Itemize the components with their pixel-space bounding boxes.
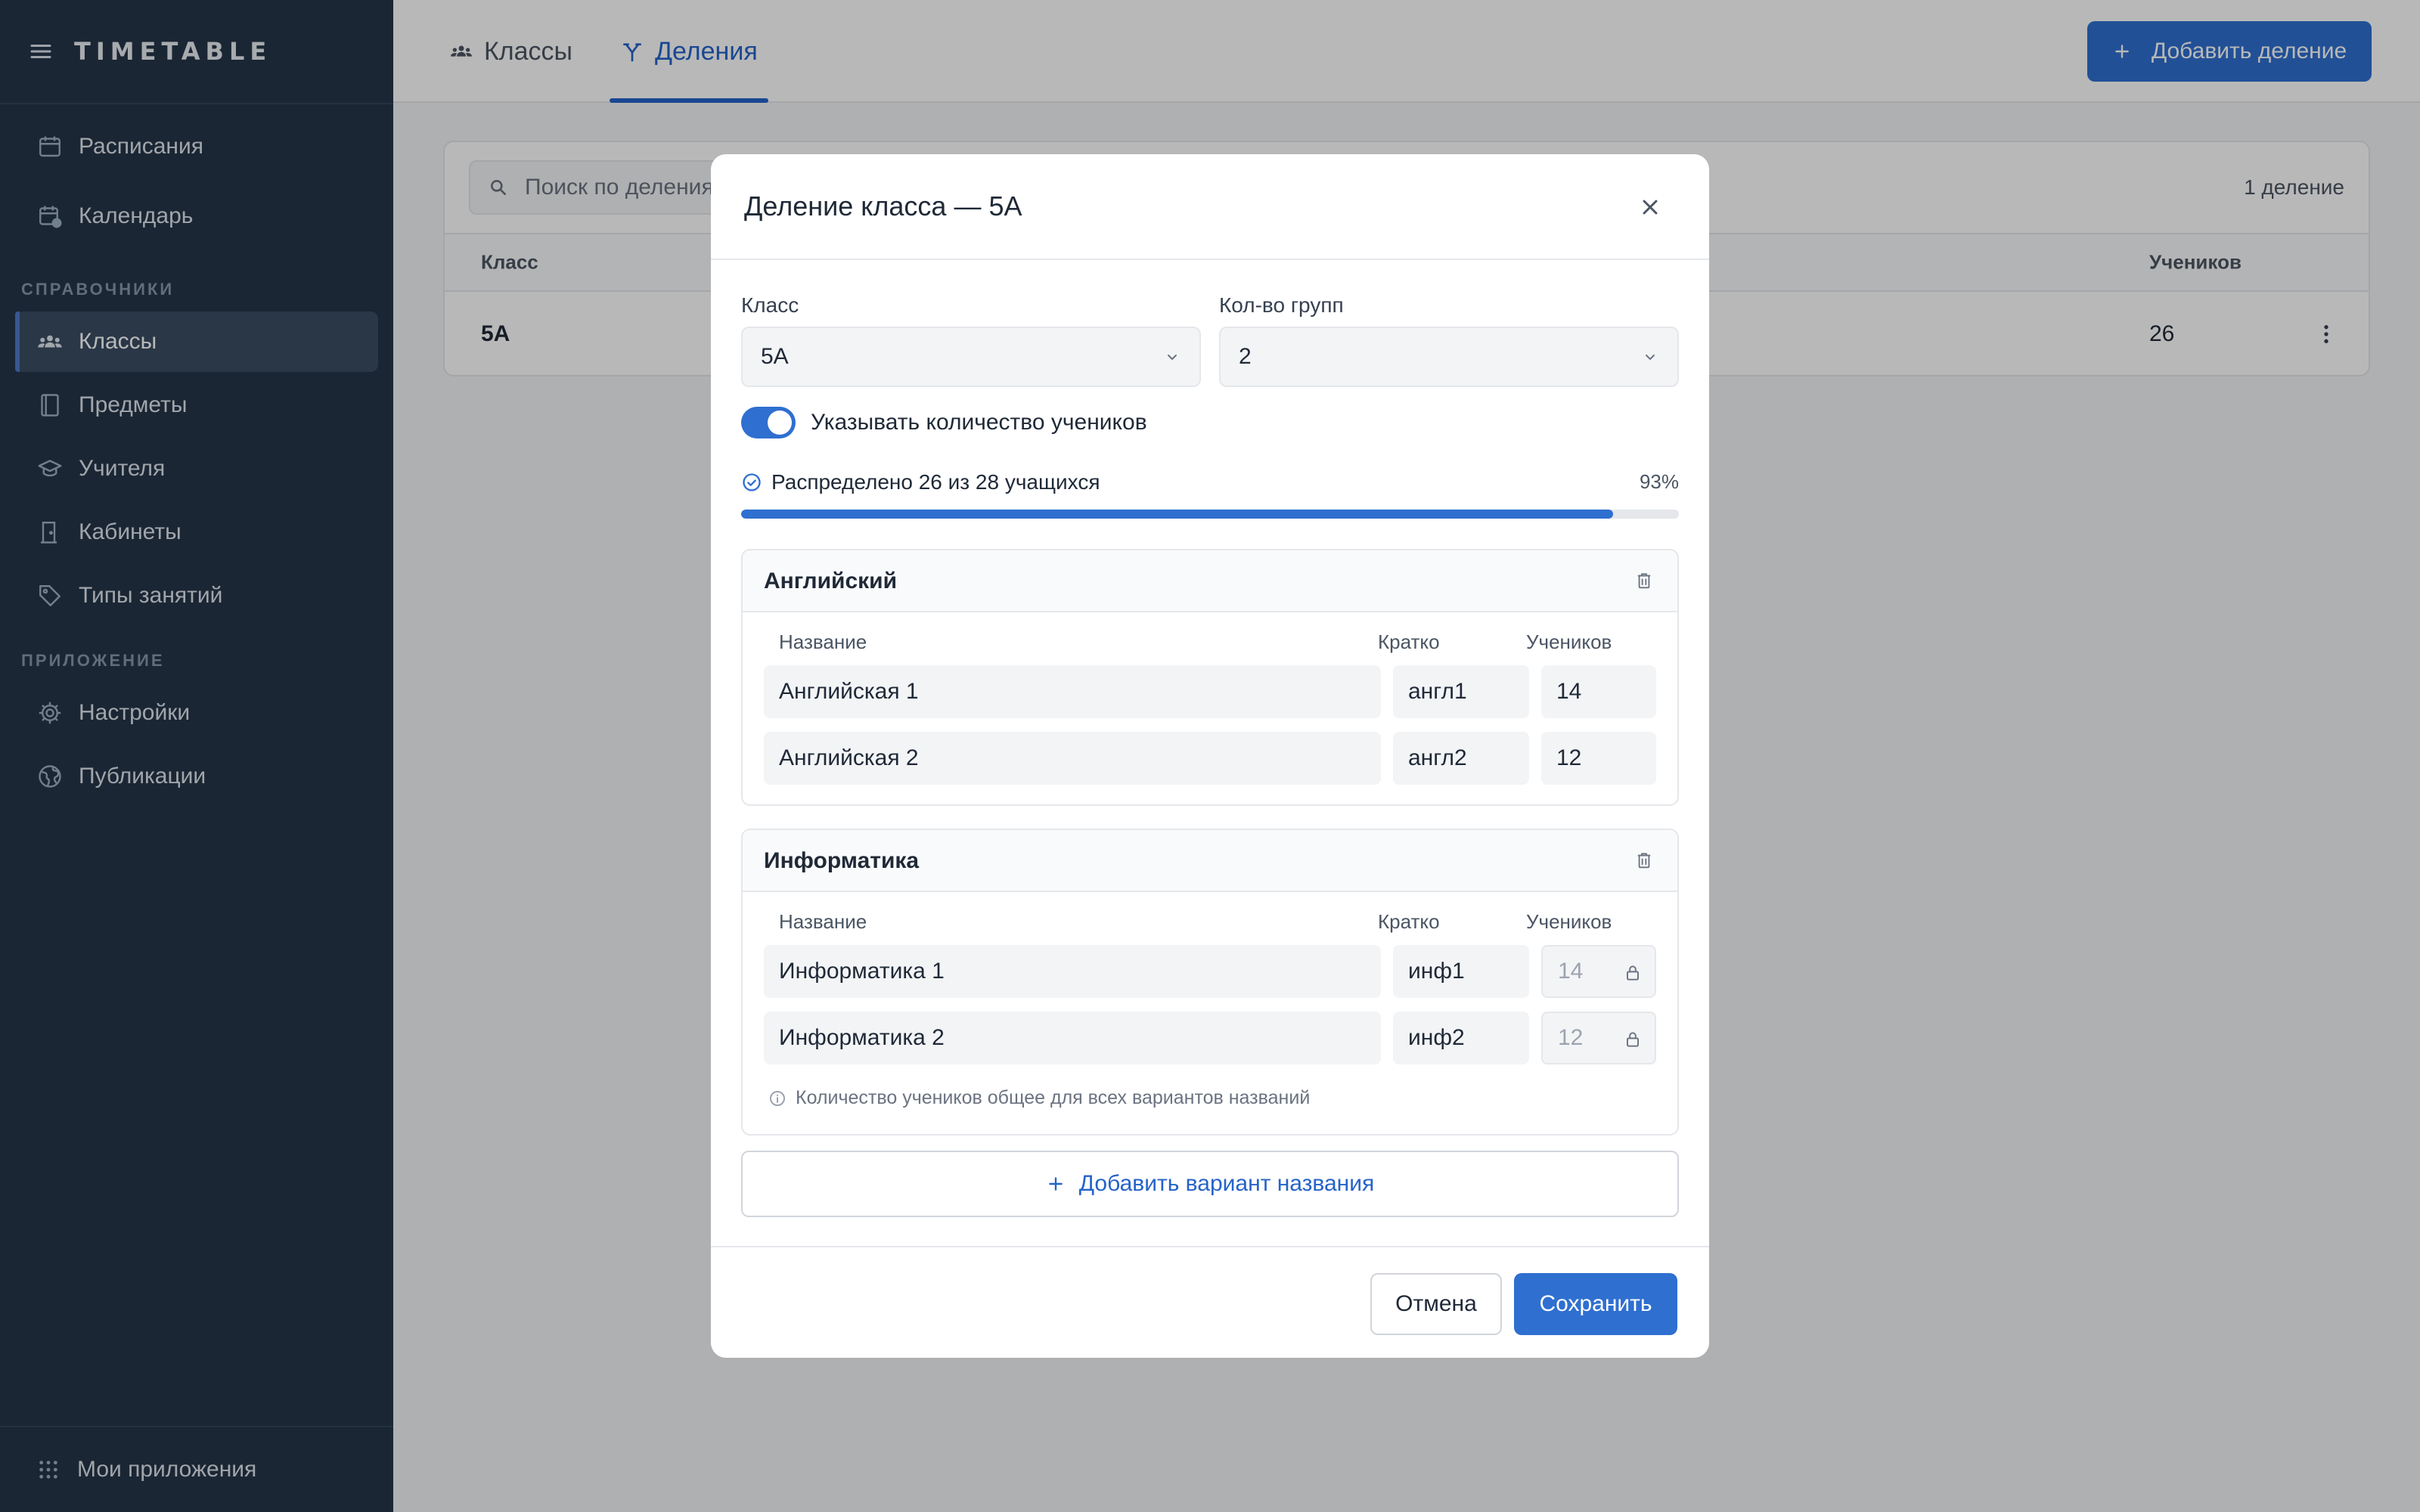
column-students: Учеников xyxy=(1526,910,1612,933)
students-count-toggle-label: Указывать количество учеников xyxy=(811,410,1147,435)
group-title: Информатика xyxy=(764,848,920,873)
cancel-button[interactable]: Отмена xyxy=(1370,1273,1502,1335)
division-modal: Деление класса — 5А Класс 5А Кол-во груп… xyxy=(711,154,1709,1358)
column-short: Кратко xyxy=(1378,910,1440,933)
variant-students-input-locked: 12 xyxy=(1541,1012,1656,1064)
variant-short-input[interactable]: англ1 xyxy=(1393,665,1529,718)
locked-students-value: 12 xyxy=(1558,1025,1584,1050)
variant-name-input[interactable]: Английская 2 xyxy=(764,732,1381,785)
add-variant-label: Добавить вариант названия xyxy=(1078,1171,1375,1196)
modal-footer-divider xyxy=(711,1246,1709,1247)
column-students: Учеников xyxy=(1526,631,1612,653)
group-title: Английский xyxy=(764,569,898,593)
variant-students-input-locked: 14 xyxy=(1541,945,1656,998)
modal-header: Деление класса — 5А xyxy=(711,154,1709,260)
shared-count-note: Количество учеников общее для всех вариа… xyxy=(768,1087,1310,1109)
column-name: Название xyxy=(779,631,867,653)
modal-title: Деление класса — 5А xyxy=(744,191,1022,222)
variant-name-input[interactable]: Английская 1 xyxy=(764,665,1381,718)
close-icon[interactable] xyxy=(1638,195,1662,219)
distribution-percent: 93% xyxy=(1639,470,1679,493)
lock-icon xyxy=(1626,965,1640,981)
plus-icon xyxy=(1048,1177,1063,1191)
variant-students-input[interactable]: 14 xyxy=(1541,665,1656,718)
shared-count-note-text: Количество учеников общее для всех вариа… xyxy=(796,1087,1311,1108)
division-group-informatics: Информатика Название Кратко Учеников Инф… xyxy=(741,829,1679,1136)
info-icon xyxy=(770,1090,785,1106)
students-count-toggle[interactable] xyxy=(741,407,796,438)
group-header: Английский xyxy=(743,550,1677,612)
locked-students-value: 14 xyxy=(1558,959,1584,984)
save-button[interactable]: Сохранить xyxy=(1514,1273,1677,1335)
chevron-down-icon xyxy=(1168,355,1177,361)
variant-short-input[interactable]: англ2 xyxy=(1393,732,1529,785)
division-group-english: Английский Название Кратко Учеников Англ… xyxy=(741,549,1679,806)
column-name: Название xyxy=(779,910,867,933)
toggle-knob xyxy=(768,411,792,435)
class-label: Класс xyxy=(741,293,799,317)
groups-count-value: 2 xyxy=(1239,344,1252,369)
groups-count-select[interactable]: 2 xyxy=(1219,327,1679,387)
progress-fill xyxy=(741,510,1614,519)
variant-short-input[interactable]: инф2 xyxy=(1393,1012,1529,1064)
trash-icon[interactable] xyxy=(1634,850,1655,871)
distribution-text: Распределено 26 из 28 учащихся xyxy=(771,470,1100,494)
variant-name-input[interactable]: Информатика 2 xyxy=(764,1012,1381,1064)
variant-students-input[interactable]: 12 xyxy=(1541,732,1656,785)
trash-icon[interactable] xyxy=(1634,570,1655,591)
check-circle-icon xyxy=(743,473,761,491)
distribution-progress-bar xyxy=(741,510,1679,519)
variant-short-input[interactable]: инф1 xyxy=(1393,945,1529,998)
class-select[interactable]: 5А xyxy=(741,327,1201,387)
groups-count-label: Кол-во групп xyxy=(1219,293,1344,317)
chevron-down-icon xyxy=(1646,355,1655,361)
group-header: Информатика xyxy=(743,830,1677,892)
lock-icon xyxy=(1626,1032,1640,1047)
distribution-status: Распределено 26 из 28 учащихся xyxy=(741,470,1100,494)
variant-name-input[interactable]: Информатика 1 xyxy=(764,945,1381,998)
class-select-value: 5А xyxy=(761,344,789,369)
add-variant-button[interactable]: Добавить вариант названия xyxy=(741,1151,1679,1217)
column-short: Кратко xyxy=(1378,631,1440,653)
